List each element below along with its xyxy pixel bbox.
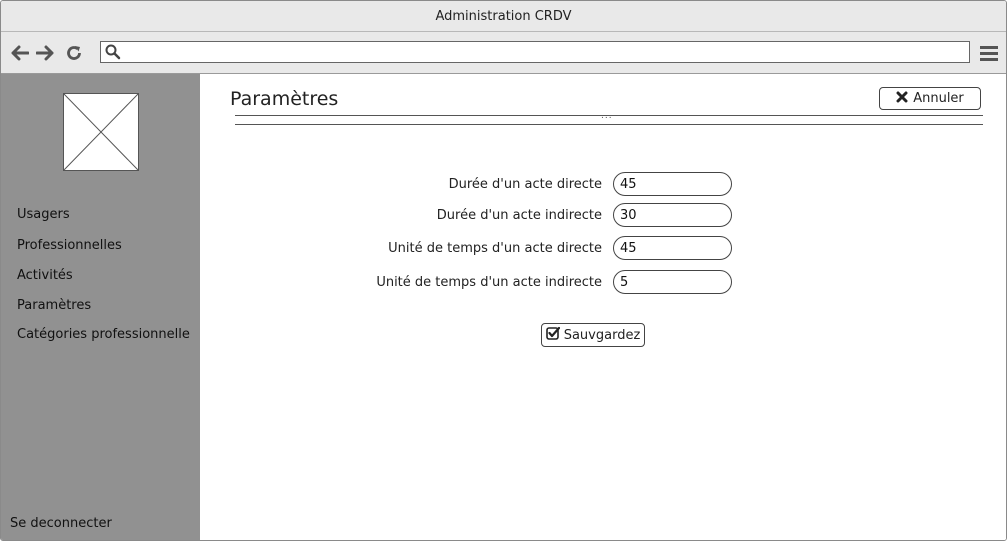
sidebar-item-usagers[interactable]: Usagers <box>17 207 70 222</box>
cancel-button-label: Annuler <box>913 91 964 106</box>
address-bar[interactable] <box>100 41 970 63</box>
checkbox-checked-icon <box>545 326 560 344</box>
reload-icon[interactable] <box>63 42 85 64</box>
field-label-duree-indirecte: Durée d'un acte indirecte <box>436 208 602 223</box>
browser-toolbar <box>1 32 1006 74</box>
unite-directe-input[interactable] <box>613 236 732 260</box>
duree-indirecte-input[interactable] <box>613 203 732 227</box>
sidebar-item-activites[interactable]: Activités <box>17 268 73 283</box>
sidebar-item-parametres[interactable]: Paramètres <box>17 298 91 313</box>
search-icon <box>105 44 121 60</box>
main-content: Paramètres Annuler ... Durée d'un acte d… <box>201 74 1006 540</box>
address-input[interactable] <box>125 43 969 63</box>
title-bar: Administration CRDV <box>1 1 1006 32</box>
unite-indirecte-input[interactable] <box>613 270 732 294</box>
logout-link[interactable]: Se deconnecter <box>10 516 112 531</box>
sidebar: Usagers Professionnelles Activités Param… <box>1 74 200 540</box>
field-label-duree-directe: Durée d'un acte directe <box>448 177 602 192</box>
page-title: Paramètres <box>230 88 339 110</box>
cancel-button[interactable]: Annuler <box>879 87 981 110</box>
logo-image-placeholder <box>63 93 139 171</box>
save-button[interactable]: Sauvgardez <box>541 323 645 347</box>
divider-dots: ... <box>601 111 613 121</box>
browser-window: Administration CRDV Usagers Professionne… <box>0 0 1007 541</box>
sidebar-item-categories[interactable]: Catégories professionnelle <box>17 327 190 342</box>
back-arrow-icon[interactable] <box>9 42 31 64</box>
save-button-label: Sauvgardez <box>563 327 641 343</box>
sidebar-item-professionnelles[interactable]: Professionnelles <box>17 238 122 253</box>
forward-arrow-icon[interactable] <box>34 42 56 64</box>
field-label-unite-directe: Unité de temps d'un acte directe <box>388 241 602 256</box>
field-label-unite-indirecte: Unité de temps d'un acte indirecte <box>376 275 602 290</box>
divider-line <box>235 124 983 125</box>
window-title: Administration CRDV <box>435 8 572 24</box>
close-icon <box>896 91 908 107</box>
duree-directe-input[interactable] <box>613 172 732 196</box>
hamburger-menu-icon[interactable] <box>979 43 999 63</box>
